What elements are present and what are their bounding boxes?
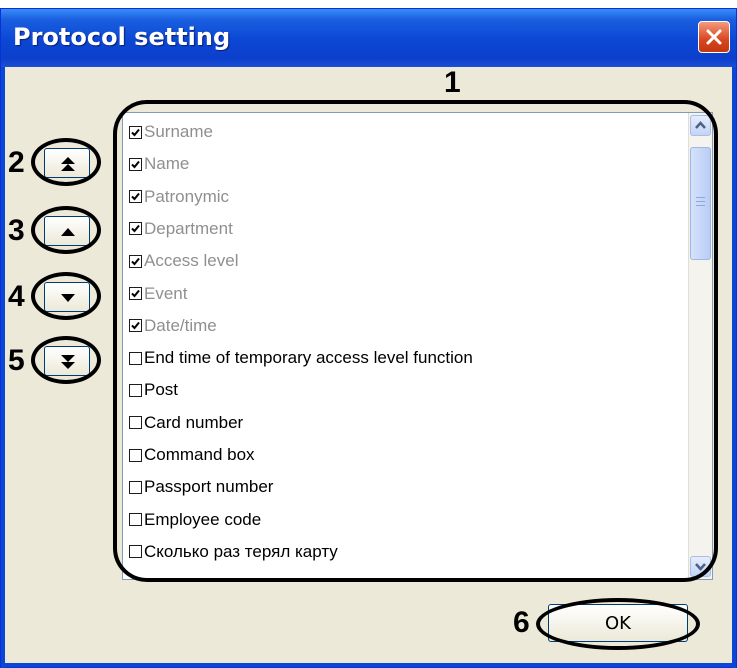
field-label: Command box	[144, 445, 255, 464]
window-frame-left	[1, 67, 5, 668]
field-label: Post	[144, 380, 179, 400]
chevron-down-icon	[695, 563, 706, 571]
checkbox-unchecked[interactable]	[129, 448, 142, 462]
field-label: Date/time	[144, 315, 217, 335]
checkbox-unchecked[interactable]	[129, 351, 142, 365]
field-label: Department	[144, 218, 233, 238]
scroll-up-button[interactable]	[690, 115, 711, 136]
window-frame-right	[732, 67, 736, 668]
checkbox-unchecked[interactable]	[129, 545, 142, 559]
checkbox-unchecked[interactable]	[129, 383, 142, 397]
thumb-grip-line	[696, 197, 705, 198]
checkmark-icon	[131, 322, 140, 330]
field-list-item[interactable]: End time of temporary access level funct…	[129, 343, 473, 373]
close-icon	[706, 29, 722, 45]
field-list-item[interactable]: Command box	[129, 440, 255, 470]
field-label: Name	[144, 154, 190, 174]
vertical-scrollbar[interactable]	[688, 113, 712, 579]
checkbox-checked	[129, 157, 142, 171]
thumb-grip-line	[696, 201, 705, 202]
scroll-down-button[interactable]	[690, 556, 711, 577]
field-label: Patronymic	[144, 186, 230, 206]
field-list-item: Name	[129, 149, 189, 179]
checkbox-checked	[129, 125, 142, 139]
field-list-item[interactable]: Сколько раз терял карту	[129, 537, 338, 567]
field-list-item[interactable]: Passport number	[129, 472, 273, 502]
fields-list: Surname Name Patronymic Department Access le…	[123, 113, 688, 579]
chevron-up-icon	[695, 121, 706, 129]
callout-2: 2	[8, 146, 25, 179]
ok-button[interactable]: OK	[548, 604, 688, 642]
field-label: Event	[144, 283, 188, 303]
callout-4: 4	[8, 280, 25, 313]
callout-6: 6	[513, 606, 530, 639]
field-list-item[interactable]: Card number	[129, 408, 243, 438]
field-list-item[interactable]: Post	[129, 375, 178, 405]
checkbox-unchecked[interactable]	[129, 513, 142, 527]
fields-listbox[interactable]: Surname Name Patronymic Department Access le…	[122, 112, 713, 580]
checkbox-checked	[129, 287, 142, 300]
field-label: Surname	[144, 122, 213, 141]
field-list-item: Patronymic	[129, 182, 229, 212]
checkbox-checked	[129, 222, 142, 236]
field-label: Сколько раз терял карту	[144, 541, 338, 561]
field-list-item: Event	[129, 279, 187, 309]
checkmark-icon	[131, 192, 140, 201]
checkmark-icon	[131, 225, 140, 233]
field-list-item: Department	[129, 214, 233, 244]
field-list-item: Date/time	[129, 311, 217, 341]
field-label: End time of temporary access level funct…	[144, 348, 473, 368]
callout-3: 3	[8, 214, 25, 247]
window-frame-bottom	[1, 663, 736, 667]
move-to-bottom-button[interactable]	[44, 346, 90, 376]
field-label: Employee code	[144, 509, 262, 529]
move-to-top-button[interactable]	[44, 148, 90, 178]
callout-1: 1	[444, 66, 461, 99]
title-bar[interactable]: Protocol setting	[1, 9, 736, 67]
thumb-grip-line	[696, 205, 705, 206]
field-label: Access level	[144, 251, 239, 271]
checkmark-icon	[131, 160, 140, 169]
scroll-thumb[interactable]	[690, 147, 711, 260]
chevron-down-icon	[61, 294, 75, 302]
checkbox-checked	[129, 190, 142, 204]
checkbox-checked	[129, 254, 142, 268]
callout-5: 5	[8, 344, 25, 377]
checkmark-icon	[131, 257, 140, 266]
checkbox-unchecked[interactable]	[129, 416, 142, 430]
field-list-item[interactable]: Employee code	[129, 505, 261, 535]
field-label: Passport number	[144, 477, 274, 497]
double-chevron-up-icon	[61, 157, 75, 171]
field-label: Card number	[144, 412, 244, 432]
chevron-up-icon	[61, 228, 75, 236]
checkmark-icon	[131, 289, 140, 298]
move-down-button[interactable]	[44, 282, 90, 312]
close-button[interactable]	[698, 21, 730, 53]
move-up-button[interactable]	[44, 216, 90, 246]
checkmark-icon	[131, 128, 140, 136]
checkbox-checked	[129, 319, 142, 333]
checkbox-unchecked[interactable]	[129, 480, 142, 494]
field-list-item: Access level	[129, 246, 238, 276]
double-chevron-down-icon	[61, 355, 75, 369]
window-title: Protocol setting	[13, 23, 231, 51]
field-list-item: Surname	[129, 117, 213, 147]
